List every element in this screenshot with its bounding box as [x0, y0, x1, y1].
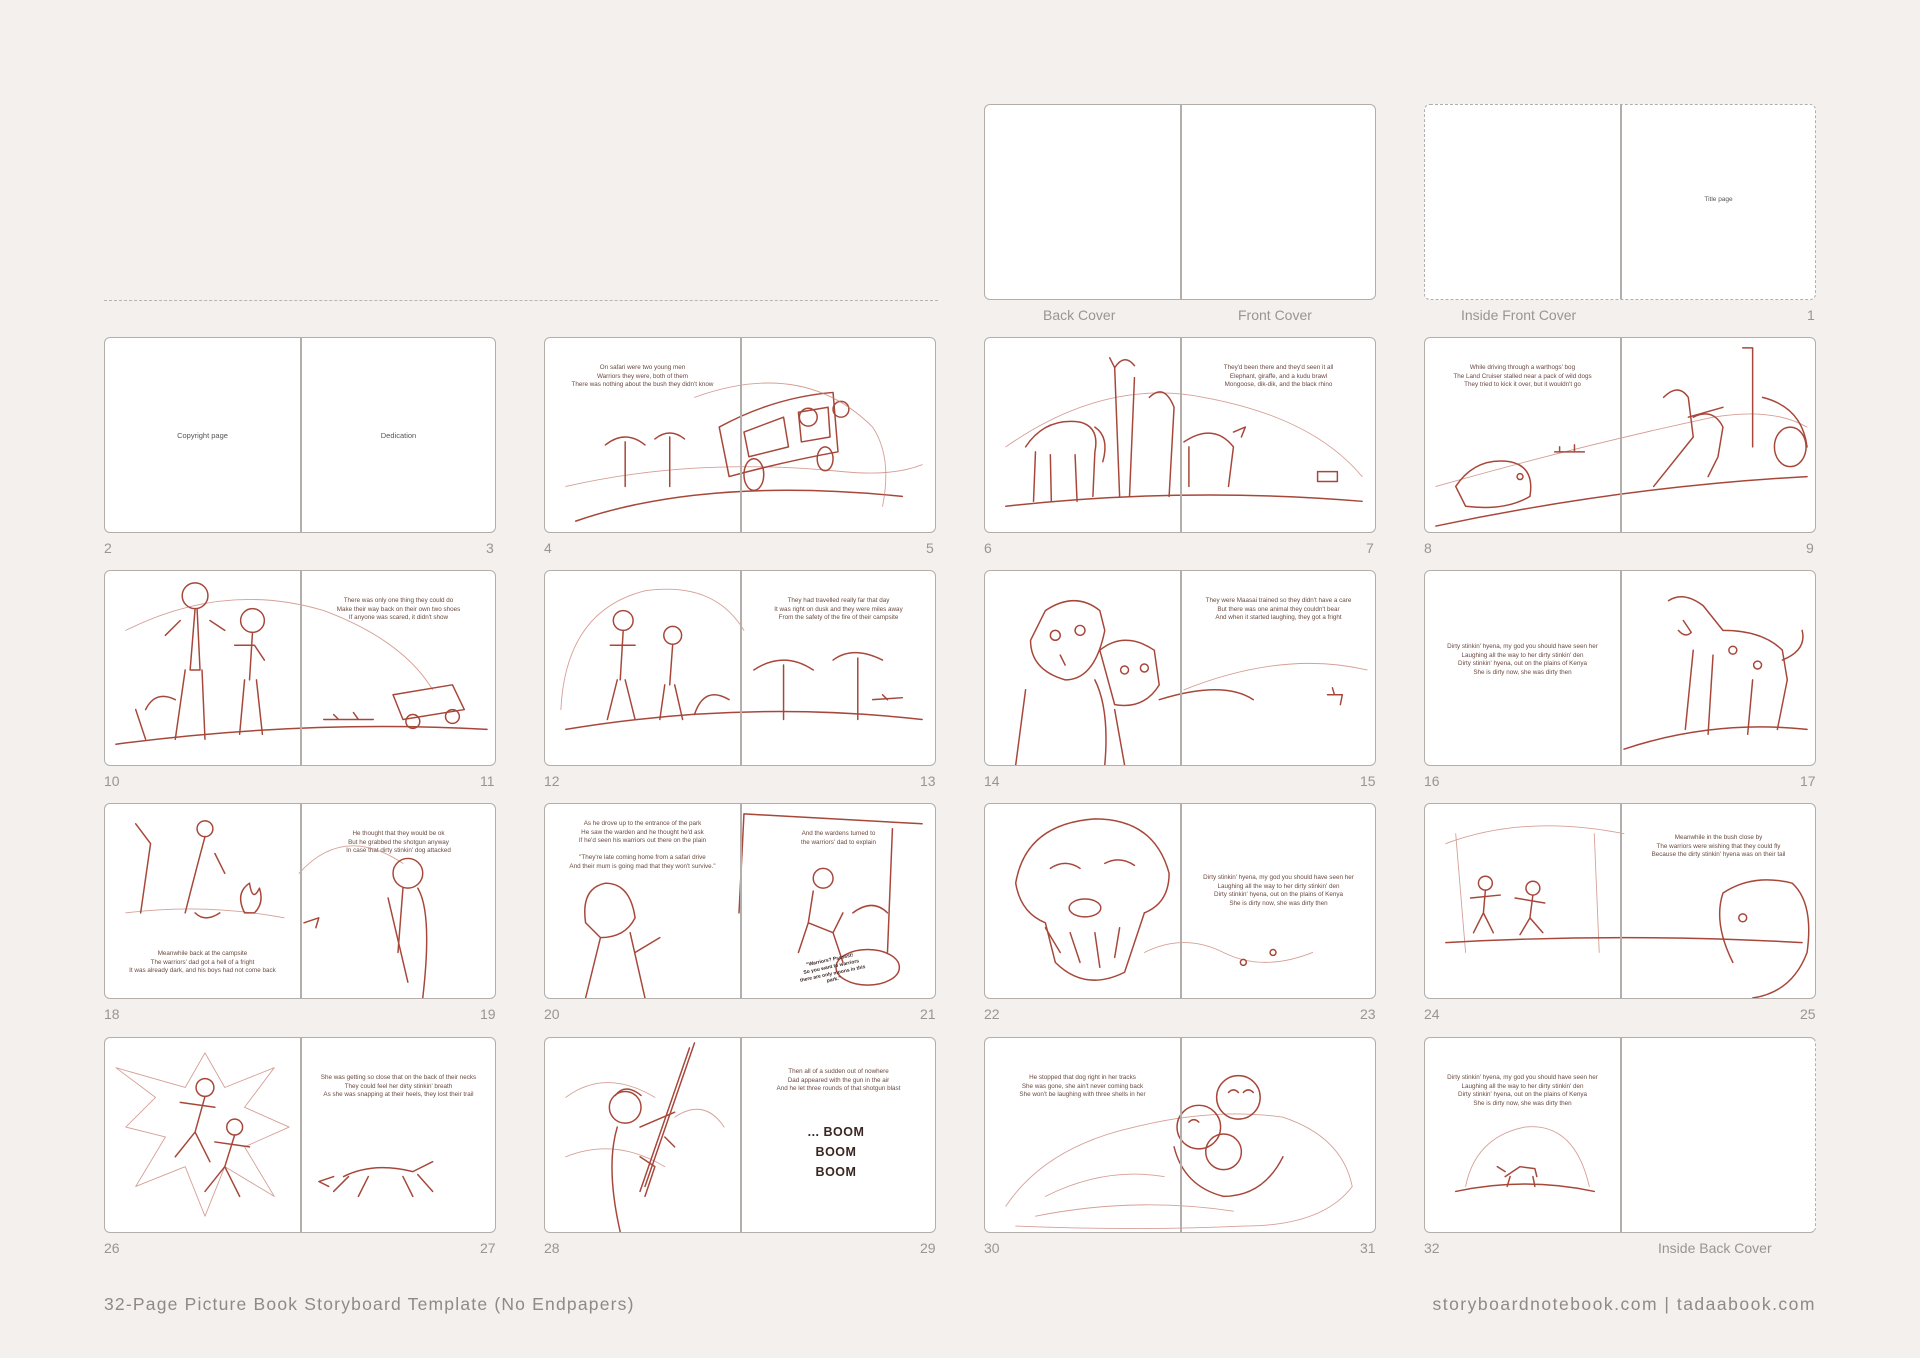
page-number: 7	[1366, 540, 1374, 556]
page-number: 14	[984, 773, 1000, 789]
spine	[1180, 105, 1182, 299]
spine	[1180, 804, 1182, 998]
page-number: 10	[104, 773, 120, 789]
page-number: 16	[1424, 773, 1440, 789]
page-number: 15	[1360, 773, 1376, 789]
section-divider	[104, 300, 938, 301]
page-number: 13	[920, 773, 936, 789]
spread-30-31: He stopped that dog right in her tracks …	[984, 1037, 1376, 1233]
page-number: 1	[1807, 307, 1815, 323]
back-cover-label: Back Cover	[1043, 307, 1116, 323]
page-number: 28	[544, 1240, 560, 1256]
page-number: 11	[480, 773, 495, 789]
spread-18-19: He thought that they would be ok But he …	[104, 803, 496, 999]
page-number: 3	[486, 540, 494, 556]
spread-26-27: She was getting so close that on the bac…	[104, 1037, 496, 1233]
page-number: 5	[926, 540, 934, 556]
page-number: 17	[1800, 773, 1816, 789]
inside-back-cover-label: Inside Back Cover	[1658, 1240, 1772, 1256]
inside-front-cover-label: Inside Front Cover	[1461, 307, 1577, 323]
page-number: 26	[104, 1240, 120, 1256]
spread-10-11: There was only one thing they could do M…	[104, 570, 496, 766]
spread-20-21: As he drove up to the entrance of the pa…	[544, 803, 936, 999]
page-number: 25	[1800, 1006, 1816, 1022]
cover-spread	[984, 104, 1376, 300]
spine	[300, 571, 302, 765]
dedication-label: Dedication	[380, 431, 417, 441]
site-credits: storyboardnotebook.com | tadaabook.com	[1432, 1294, 1816, 1314]
spine	[1620, 1038, 1622, 1232]
spine	[1180, 571, 1182, 765]
page-number: 8	[1424, 540, 1432, 556]
spread-28-29: Then all of a sudden out of nowhere Dad …	[544, 1037, 936, 1233]
page-number: 27	[480, 1240, 496, 1256]
page-number: 9	[1806, 540, 1814, 556]
spine	[1620, 571, 1622, 765]
page-number: 22	[984, 1006, 1000, 1022]
page-number: 6	[984, 540, 992, 556]
spine	[1620, 338, 1622, 532]
title-page-label: Title page	[1704, 196, 1733, 204]
spread-4-5: On safari were two young men Warriors th…	[544, 337, 936, 533]
spine	[1620, 804, 1622, 998]
front-cover-label: Front Cover	[1238, 307, 1312, 323]
spread-24-25: Meanwhile in the bush close by The warri…	[1424, 803, 1816, 999]
spread-8-9: While driving through a warthogs' bog Th…	[1424, 337, 1816, 533]
spine	[740, 338, 742, 532]
spine	[740, 804, 742, 998]
spine	[300, 1038, 302, 1232]
page-number: 20	[544, 1006, 560, 1022]
spine	[1180, 1038, 1182, 1232]
spread-12-13: They had travelled really far that day I…	[544, 570, 936, 766]
spine	[740, 1038, 742, 1232]
page-number: 4	[544, 540, 552, 556]
page-number: 24	[1424, 1006, 1440, 1022]
spine	[740, 571, 742, 765]
page-number: 12	[544, 773, 560, 789]
page-number: 32	[1424, 1240, 1440, 1256]
page-number: 19	[480, 1006, 496, 1022]
spine	[1180, 338, 1182, 532]
spread-32-inside-back: Dirty stinkin' hyena, my god you should …	[1424, 1037, 1816, 1233]
spread-2-3: Copyright page Dedication	[104, 337, 496, 533]
copyright-label: Copyright page	[177, 431, 228, 441]
page-number: 30	[984, 1240, 1000, 1256]
spread-16-17: Dirty stinkin' hyena, my god you should …	[1424, 570, 1816, 766]
template-title: 32-Page Picture Book Storyboard Template…	[104, 1294, 635, 1314]
spread-22-23: Dirty stinkin' hyena, my god you should …	[984, 803, 1376, 999]
page-number: 31	[1360, 1240, 1376, 1256]
inside-front-spread: Title page	[1424, 104, 1816, 300]
page-number: 18	[104, 1006, 120, 1022]
spread-6-7: They'd been there and they'd seen it all…	[984, 337, 1376, 533]
spine	[300, 804, 302, 998]
page-number: 21	[920, 1006, 936, 1022]
spread-14-15: They were Maasai trained so they didn't …	[984, 570, 1376, 766]
page-number: 2	[104, 540, 112, 556]
page-number: 29	[920, 1240, 936, 1256]
page-number: 23	[1360, 1006, 1376, 1022]
